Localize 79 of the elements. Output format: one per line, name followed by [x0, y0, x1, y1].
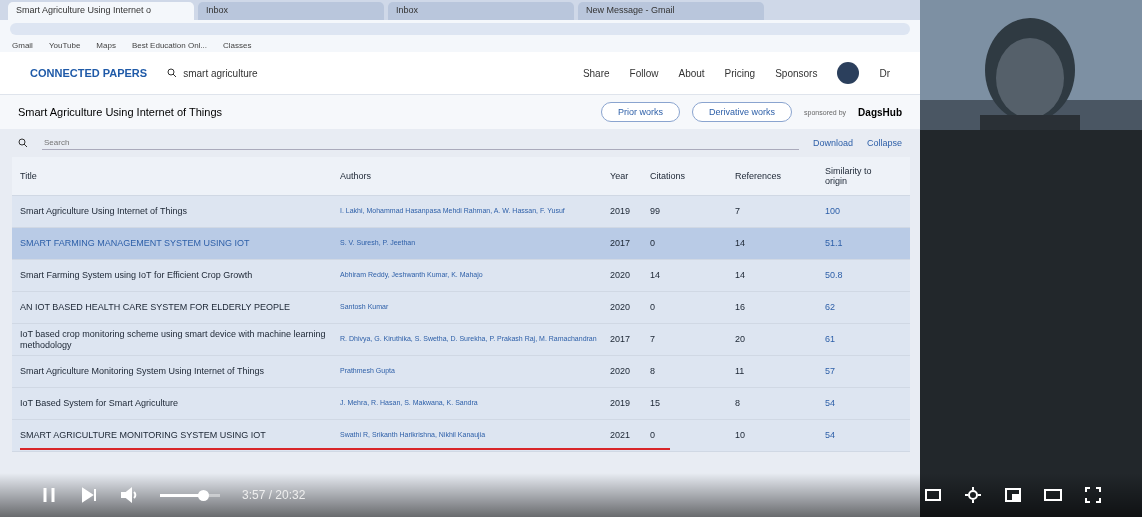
table-cell-text: 14: [735, 270, 746, 281]
table-cell-text: 61: [825, 334, 836, 345]
sponsor-name[interactable]: DagsHub: [858, 106, 902, 118]
bookmark[interactable]: YouTube: [48, 40, 81, 50]
theater-icon[interactable]: [1044, 486, 1062, 504]
works-button[interactable]: Derivative works: [692, 102, 793, 122]
search-icon: [18, 138, 28, 148]
table-cell-text: 57: [825, 366, 836, 377]
table-cell-text: 51.1: [825, 238, 844, 249]
query-field[interactable]: smart agriculture: [167, 67, 468, 79]
table-cell-text: 62: [825, 302, 836, 313]
nav-link[interactable]: Pricing: [724, 67, 756, 79]
table-cell-text: Smart Agriculture Using Internet of Things: [20, 206, 188, 217]
table-cell-text: 15: [650, 398, 661, 409]
table-cell-text: 8: [735, 398, 741, 409]
table-cell-text: 2017: [610, 334, 632, 345]
bookmark[interactable]: Best Education Onl...: [131, 40, 208, 50]
table-cell-text: 99: [650, 206, 661, 217]
column-header[interactable]: Similarity to origin: [825, 165, 900, 187]
time-display: 3:57 / 20:32: [242, 488, 306, 502]
table-cell-text: 2021: [610, 430, 632, 441]
table-cell-text: 8: [650, 366, 656, 377]
bookmark[interactable]: Classes: [223, 40, 252, 50]
table-action-link[interactable]: Download: [812, 138, 853, 148]
table-cell-text: IoT Based System for Smart Agriculture: [20, 398, 179, 409]
table-cell-text: 2017: [610, 238, 632, 249]
bookmark[interactable]: Maps: [96, 40, 116, 50]
search-icon: [167, 68, 178, 78]
table-cell-text: IoT based crop monitoring scheme using smart device with machine learning methodology: [20, 329, 327, 350]
table-cell-text: Smart Agriculture Monitoring System Using Internet of Things: [20, 366, 265, 377]
works-button[interactable]: Prior works: [601, 102, 681, 122]
table-cell-text: AN IOT BASED HEALTH CARE SYSTEM FOR ELDERLY PEOPLE: [20, 302, 291, 313]
nav-link[interactable]: Share: [582, 67, 610, 79]
table-cell-text: 11: [735, 366, 746, 377]
logo[interactable]: CONNECTED PAPERS: [30, 67, 148, 79]
table-cell-text: 54: [825, 398, 836, 409]
table-cell-text: 7: [735, 206, 741, 217]
table-cell-text: Smart Farming System using IoT for Efficient Crop Growth: [20, 270, 254, 281]
browser-tab[interactable]: New Message - Gmail: [578, 2, 764, 20]
miniplayer-icon[interactable]: [1004, 486, 1022, 504]
graph-title: Smart Agriculture Using Internet of Things: [18, 106, 223, 118]
nav-link[interactable]: Sponsors: [775, 67, 818, 79]
avatar[interactable]: [837, 62, 860, 84]
table-cell-text: 2020: [610, 302, 632, 313]
table-cell-text: 2020: [610, 270, 632, 281]
table-cell-text: 2020: [610, 366, 632, 377]
table-cell-text: 16: [735, 302, 746, 313]
user-menu[interactable]: Dr: [879, 67, 890, 79]
column-header[interactable]: Title: [20, 170, 340, 182]
table-cell-text: 50.8: [825, 270, 844, 281]
table-cell-text: 0: [650, 238, 656, 249]
volume-icon[interactable]: [120, 486, 138, 504]
nav-link[interactable]: Follow: [629, 67, 659, 79]
table-cell-text: 54: [825, 430, 836, 441]
next-icon[interactable]: [80, 486, 98, 504]
column-header[interactable]: Year: [610, 170, 650, 182]
table-cell-text: 14: [735, 238, 746, 249]
table-cell-text: 100: [825, 206, 842, 217]
filter-field[interactable]: Search: [42, 136, 799, 150]
table-cell-text: SMART AGRICULTURE MONITORING SYSTEM USING IOT: [20, 430, 267, 441]
fullscreen-icon[interactable]: [1084, 486, 1102, 504]
table-cell-text: 20: [735, 334, 746, 345]
nav-link[interactable]: About: [678, 67, 705, 79]
table-cell-text: 2019: [610, 206, 632, 217]
column-header[interactable]: Citations: [650, 170, 735, 182]
table-cell-text: 14: [650, 270, 661, 281]
bookmark[interactable]: Gmail: [12, 40, 33, 50]
table-cell-text: SMART FARMING MANAGEMENT SYSTEM USING IOT: [20, 238, 251, 249]
table-cell-text: 7: [650, 334, 656, 345]
browser-tab[interactable]: Smart Agriculture Using Internet o: [8, 2, 194, 20]
table-cell-text: 0: [650, 430, 656, 441]
table-cell-text: 2019: [610, 398, 632, 409]
table-cell-text: 10: [735, 430, 746, 441]
browser-tab[interactable]: Inbox: [388, 2, 574, 20]
column-header[interactable]: References: [735, 170, 825, 182]
table-cell-text: 0: [650, 302, 656, 313]
browser-tab[interactable]: Inbox: [198, 2, 384, 20]
column-header[interactable]: Authors: [340, 170, 610, 182]
table-action-link[interactable]: Collapse: [866, 138, 902, 148]
